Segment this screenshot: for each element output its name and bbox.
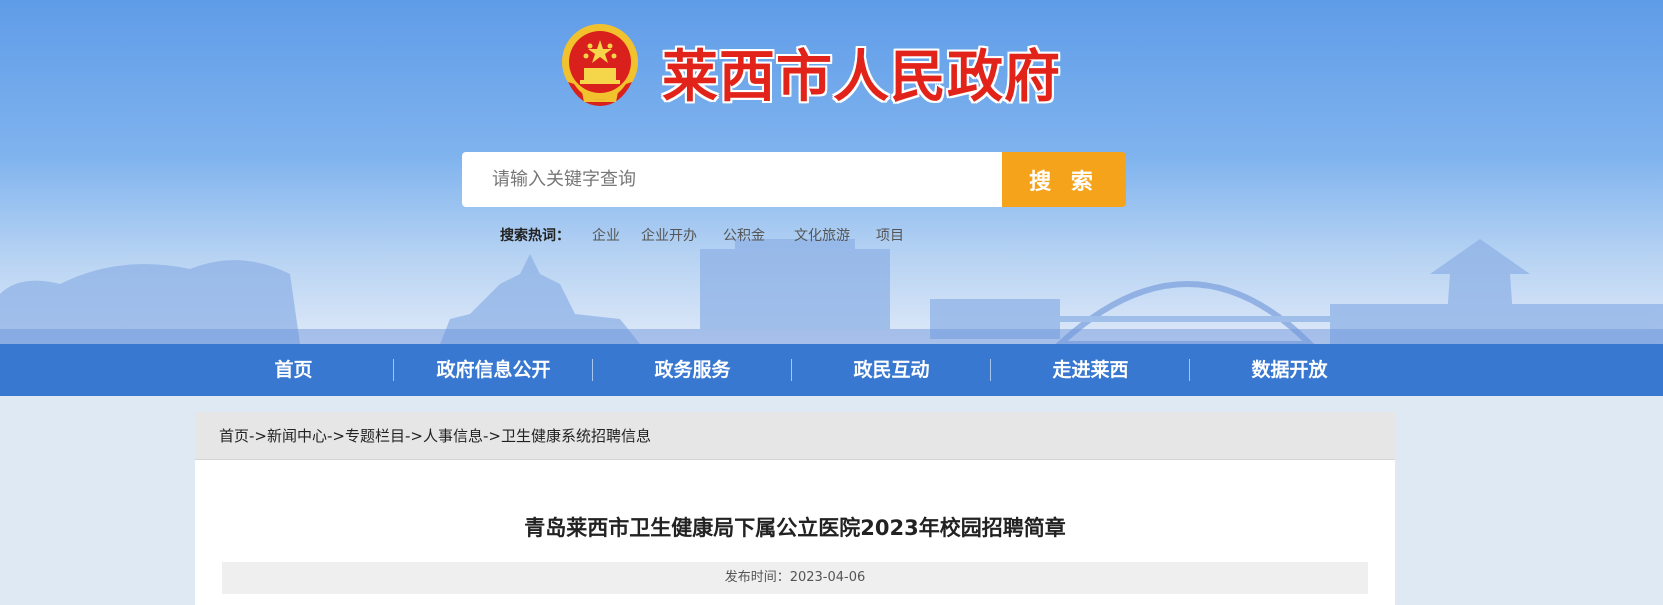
city-skyline-banner [0,239,1663,344]
site-title: 莱西市人民政府 [662,45,1061,110]
article-title: 青岛莱西市卫生健康局下属公立医院2023年校园招聘简章 [524,516,1066,540]
breadcrumb-separator: -> [327,427,345,445]
site-header: 莱西市人民政府 搜 索 搜索热词： 企业 企业开办 公积金 文化旅游 项目 [0,0,1663,344]
breadcrumb-link[interactable]: 首页 [219,427,249,445]
hot-word-link[interactable]: 项目 [876,225,904,245]
content-panel: 首页->新闻中心->专题栏目->人事信息->卫生健康系统招聘信息 青岛莱西市卫生… [195,412,1395,605]
search-input[interactable] [462,152,1002,207]
nav-item-services[interactable]: 政务服务 [593,344,792,396]
nav-item-home[interactable]: 首页 [194,344,393,396]
article-meta: 发布时间：2023-04-06 [222,562,1368,594]
breadcrumb-link[interactable]: 人事信息 [423,427,483,445]
breadcrumb-link[interactable]: 卫生健康系统招聘信息 [501,427,651,445]
breadcrumb-link[interactable]: 新闻中心 [267,427,327,445]
publish-date: 2023-04-06 [789,570,866,585]
breadcrumb-link[interactable]: 专题栏目 [345,427,405,445]
breadcrumb-separator: -> [405,427,423,445]
publish-date-label: 发布时间： [724,570,790,585]
nav-item-interaction[interactable]: 政民互动 [792,344,991,396]
main-nav: 首页 政府信息公开 政务服务 政民互动 走进莱西 数据开放 [0,344,1663,396]
breadcrumb: 首页->新闻中心->专题栏目->人事信息->卫生健康系统招聘信息 [195,412,1395,460]
national-emblem-icon [562,24,638,106]
nav-item-gov-info[interactable]: 政府信息公开 [394,344,593,396]
hot-words-label: 搜索热词： [500,228,570,244]
nav-item-about-laixi[interactable]: 走进莱西 [991,344,1190,396]
hot-word-link[interactable]: 公积金 [723,225,765,245]
nav-item-open-data[interactable]: 数据开放 [1190,344,1389,396]
breadcrumb-trail: 首页->新闻中心->专题栏目->人事信息->卫生健康系统招聘信息 [219,425,651,446]
hot-word-link[interactable]: 企业 [592,225,620,245]
breadcrumb-separator: -> [483,427,501,445]
search-button[interactable]: 搜 索 [1002,152,1126,207]
hot-word-link[interactable]: 企业开办 [641,225,697,245]
hot-word-link[interactable]: 文化旅游 [794,225,850,245]
breadcrumb-separator: -> [249,427,267,445]
